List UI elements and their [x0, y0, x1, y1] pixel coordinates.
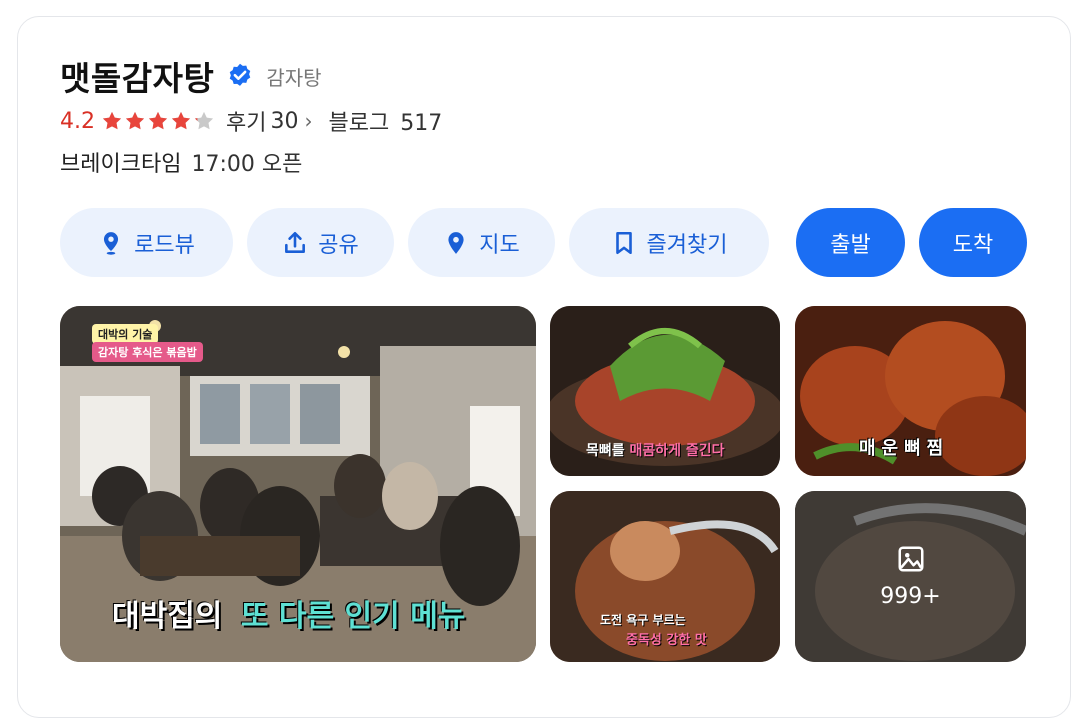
hours-status: 브레이크타임: [60, 152, 182, 177]
place-category: 감자탕: [266, 65, 322, 90]
main-photo-subtag: 감자탕 후식은 볶음밥: [92, 342, 203, 362]
main-photo-tag: 대박의 기술: [92, 324, 159, 344]
verified-badge-icon: [230, 63, 251, 86]
arrive-button[interactable]: 도착: [919, 208, 1027, 277]
share-label: 공유: [318, 232, 359, 258]
share-button[interactable]: 공유: [247, 208, 394, 277]
rating-row: 4.2 후기 30 › 블로그 517: [60, 105, 442, 137]
photo-1-caption-b: 매콤하게 즐긴다: [629, 443, 725, 459]
map-pin-icon: [448, 231, 464, 254]
roadview-label: 로드뷰: [134, 232, 195, 258]
chevron-right-icon: ›: [304, 109, 313, 133]
star-icon: [148, 111, 168, 130]
star-icon: [194, 111, 214, 130]
more-photos-count: 999+: [880, 584, 941, 609]
place-name[interactable]: 맷돌감자탕: [60, 52, 214, 100]
hours-row: 브레이크타임 17:00 오픈: [60, 146, 302, 178]
photo-1-caption: 목뼈를 매콤하게 즐긴다: [586, 440, 725, 460]
main-photo-caption: 대박집의 또 다른 인기 메뉴: [112, 591, 465, 635]
blog-link[interactable]: 블로그 517: [328, 105, 442, 137]
photo-2[interactable]: 매운뼈찜: [795, 306, 1026, 476]
bookmark-label: 즐겨찾기: [646, 232, 728, 258]
star-icon: [171, 111, 191, 130]
photo-more[interactable]: 999+: [795, 491, 1026, 662]
photo-2-caption: 매운뼈찜: [859, 438, 950, 459]
photo-1[interactable]: 목뼈를 매콤하게 즐긴다: [550, 306, 780, 476]
depart-button[interactable]: 출발: [796, 208, 905, 277]
hours-detail: 17:00 오픈: [191, 152, 303, 177]
share-icon: [285, 231, 306, 253]
photo-3-caption-a: 도전 욕구 부르는: [600, 613, 686, 627]
blog-count: 517: [400, 111, 443, 136]
reviews-label: 후기: [226, 111, 267, 136]
photo-3-caption-b: 중독성 강한 맛: [626, 633, 707, 648]
main-caption-b: 또 다른 인기 메뉴: [240, 599, 466, 634]
star-rating: [101, 110, 216, 132]
more-photos-overlay[interactable]: 999+: [795, 491, 1026, 662]
reviews-count: 30: [270, 108, 299, 134]
title-row: 맷돌감자탕 감자탕: [60, 52, 322, 100]
map-button[interactable]: 지도: [408, 208, 555, 277]
bookmark-button[interactable]: 즐겨찾기: [569, 208, 769, 277]
photo-1-caption-a: 목뼈를: [586, 443, 625, 459]
bookmark-icon: [615, 231, 632, 254]
roadview-pin-icon: [104, 231, 119, 255]
star-icon: [102, 111, 122, 130]
gallery-icon: [898, 546, 923, 572]
depart-label: 출발: [830, 232, 871, 258]
blog-label: 블로그: [328, 111, 390, 136]
map-label: 지도: [479, 232, 520, 258]
photo-3[interactable]: 도전 욕구 부르는 중독성 강한 맛: [550, 491, 780, 662]
main-caption-a: 대박집의: [112, 599, 223, 634]
rating-value: 4.2: [60, 108, 95, 134]
star-icon: [125, 111, 145, 130]
reviews-link[interactable]: 후기 30 ›: [226, 105, 312, 137]
photo-main[interactable]: 대박의 기술 감자탕 후식은 볶음밥 대박집의 또 다른 인기 메뉴: [60, 306, 536, 662]
arrive-label: 도착: [952, 232, 994, 258]
roadview-button[interactable]: 로드뷰: [60, 208, 233, 277]
